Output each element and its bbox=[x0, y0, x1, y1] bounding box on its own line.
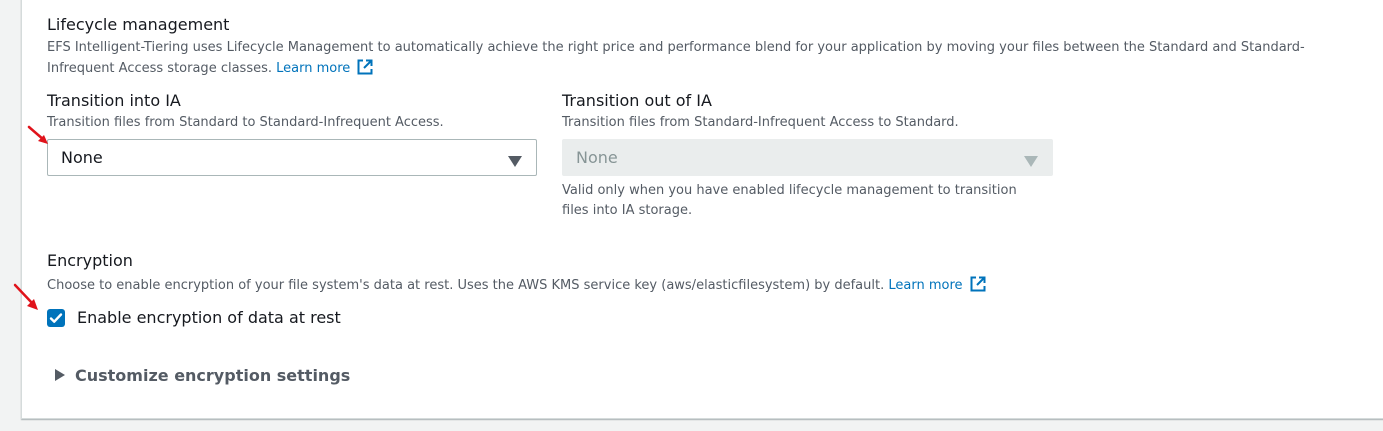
transition-out-of-ia-description: Transition files from Standard-Infrequen… bbox=[562, 115, 959, 130]
transition-out-of-ia-help-line2: files into IA storage. bbox=[562, 203, 693, 218]
caret-right-icon bbox=[55, 366, 65, 385]
external-link-icon bbox=[969, 275, 987, 300]
caret-down-icon bbox=[508, 152, 522, 171]
enable-encryption-label[interactable]: Enable encryption of data at rest bbox=[77, 308, 341, 327]
customize-encryption-toggle[interactable]: Customize encryption settings bbox=[55, 366, 350, 385]
transition-into-ia-select[interactable]: None bbox=[47, 139, 537, 176]
transition-into-ia-value: None bbox=[61, 148, 103, 167]
external-link-icon bbox=[356, 58, 374, 83]
lifecycle-description-line2: Infrequent Access storage classes. Learn… bbox=[47, 58, 374, 83]
lifecycle-description-line1: EFS Intelligent-Tiering uses Lifecycle M… bbox=[47, 40, 1305, 55]
lifecycle-title: Lifecycle management bbox=[47, 15, 230, 34]
checkmark-icon bbox=[49, 313, 63, 323]
encryption-description: Choose to enable encryption of your file… bbox=[47, 278, 885, 293]
transition-out-of-ia-value: None bbox=[576, 148, 618, 167]
transition-out-of-ia-select: None bbox=[562, 139, 1053, 176]
encryption-description-row: Choose to enable encryption of your file… bbox=[47, 275, 987, 300]
lifecycle-learn-more-label: Learn more bbox=[276, 61, 351, 76]
encryption-title: Encryption bbox=[47, 251, 133, 270]
encryption-learn-more-label: Learn more bbox=[888, 278, 963, 293]
red-arrow-icon bbox=[13, 283, 38, 310]
transition-into-ia-description: Transition files from Standard to Standa… bbox=[47, 115, 444, 130]
transition-out-of-ia-help-line1: Valid only when you have enabled lifecyc… bbox=[562, 183, 1017, 198]
encryption-learn-more-link[interactable]: Learn more bbox=[888, 276, 986, 293]
lifecycle-learn-more-link[interactable]: Learn more bbox=[276, 59, 374, 76]
customize-encryption-label: Customize encryption settings bbox=[75, 366, 351, 385]
red-arrow-icon bbox=[27, 125, 48, 144]
transition-into-ia-label: Transition into IA bbox=[47, 91, 181, 110]
lifecycle-description-text: Infrequent Access storage classes. bbox=[47, 61, 272, 76]
enable-encryption-checkbox[interactable] bbox=[47, 309, 65, 327]
transition-out-of-ia-label: Transition out of IA bbox=[562, 91, 712, 110]
caret-down-icon bbox=[1024, 152, 1038, 171]
